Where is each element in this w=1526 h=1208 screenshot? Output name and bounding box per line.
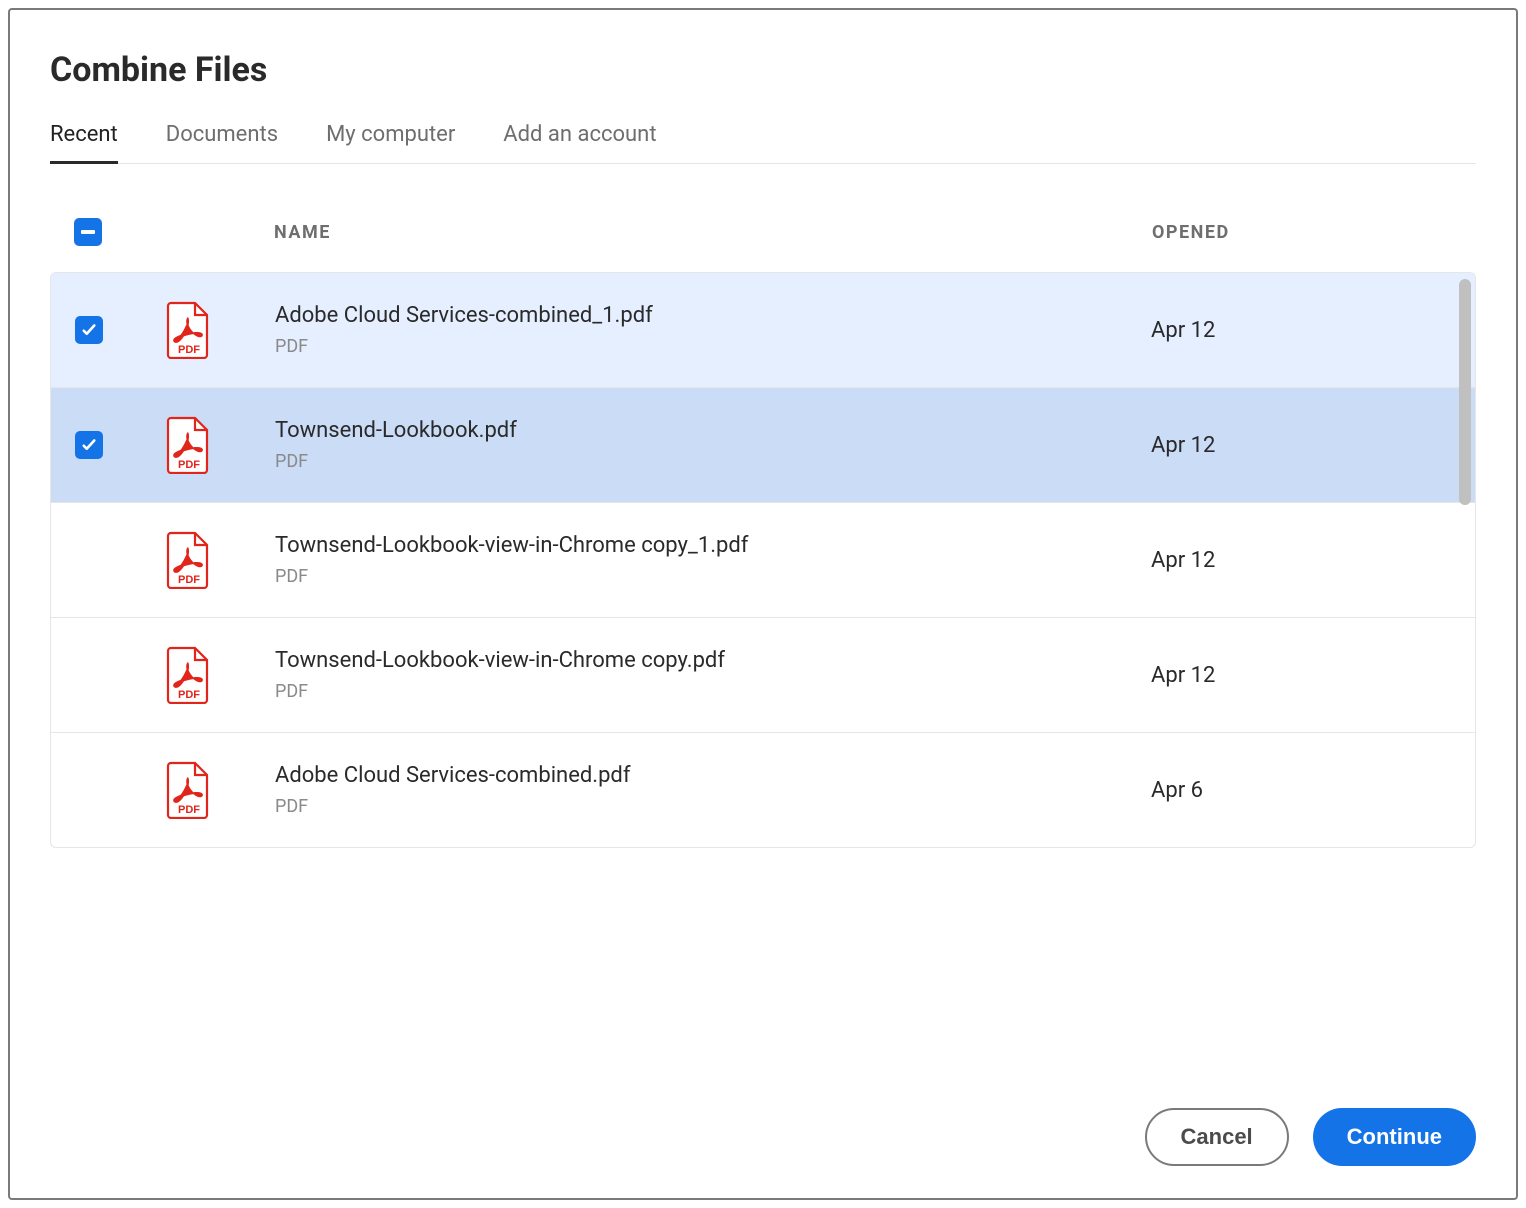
row-checkbox[interactable]	[75, 661, 103, 689]
file-list: PDF Adobe Cloud Services-combined_1.pdf …	[50, 272, 1476, 848]
cancel-button[interactable]: Cancel	[1145, 1108, 1289, 1166]
scrollbar[interactable]	[1459, 279, 1471, 505]
pdf-file-icon: PDF	[165, 301, 213, 359]
file-opened: Apr 12	[1151, 663, 1451, 688]
file-opened: Apr 12	[1151, 548, 1451, 573]
tab-my-computer[interactable]: My computer	[326, 122, 455, 163]
file-opened: Apr 12	[1151, 318, 1451, 343]
svg-text:PDF: PDF	[178, 804, 200, 816]
file-row[interactable]: PDF Adobe Cloud Services-combined_1.pdf …	[51, 273, 1475, 388]
file-name: Townsend-Lookbook-view-in-Chrome copy.pd…	[275, 648, 1151, 673]
file-type: PDF	[275, 451, 1151, 472]
file-name: Townsend-Lookbook-view-in-Chrome copy_1.…	[275, 533, 1151, 558]
check-icon	[80, 436, 98, 454]
pdf-file-icon: PDF	[165, 531, 213, 589]
tab-documents[interactable]: Documents	[166, 122, 278, 163]
file-name: Adobe Cloud Services-combined_1.pdf	[275, 303, 1151, 328]
row-checkbox[interactable]	[75, 546, 103, 574]
table-header: NAME OPENED	[50, 208, 1476, 272]
pdf-file-icon: PDF	[165, 761, 213, 819]
file-row[interactable]: PDF Townsend-Lookbook-view-in-Chrome cop…	[51, 618, 1475, 733]
column-opened-header[interactable]: OPENED	[1152, 222, 1452, 243]
row-checkbox[interactable]	[75, 316, 103, 344]
file-row[interactable]: PDF Townsend-Lookbook-view-in-Chrome cop…	[51, 503, 1475, 618]
source-tabs: Recent Documents My computer Add an acco…	[50, 122, 1476, 164]
file-name: Townsend-Lookbook.pdf	[275, 418, 1151, 443]
file-table: NAME OPENED PDF	[50, 208, 1476, 1064]
tab-recent[interactable]: Recent	[50, 122, 118, 163]
svg-text:PDF: PDF	[178, 344, 200, 356]
row-checkbox[interactable]	[75, 776, 103, 804]
file-name: Adobe Cloud Services-combined.pdf	[275, 763, 1151, 788]
indeterminate-icon	[81, 230, 95, 234]
tab-add-account[interactable]: Add an account	[503, 122, 656, 163]
file-row[interactable]: PDF Adobe Cloud Services-combined.pdf PD…	[51, 733, 1475, 847]
dialog-title: Combine Files	[50, 50, 1476, 90]
svg-text:PDF: PDF	[178, 689, 200, 701]
file-type: PDF	[275, 681, 1151, 702]
file-opened: Apr 12	[1151, 433, 1451, 458]
file-type: PDF	[275, 566, 1151, 587]
svg-text:PDF: PDF	[178, 459, 200, 471]
column-name-header[interactable]: NAME	[274, 222, 1152, 243]
file-type: PDF	[275, 796, 1151, 817]
select-all-checkbox[interactable]	[74, 218, 102, 246]
row-checkbox[interactable]	[75, 431, 103, 459]
pdf-file-icon: PDF	[165, 646, 213, 704]
file-row[interactable]: PDF Townsend-Lookbook.pdf PDF Apr 12	[51, 388, 1475, 503]
combine-files-dialog: Combine Files Recent Documents My comput…	[8, 8, 1518, 1200]
continue-button[interactable]: Continue	[1313, 1108, 1476, 1166]
pdf-file-icon: PDF	[165, 416, 213, 474]
dialog-footer: Cancel Continue	[50, 1064, 1476, 1166]
check-icon	[80, 321, 98, 339]
file-opened: Apr 6	[1151, 778, 1451, 803]
file-type: PDF	[275, 336, 1151, 357]
svg-text:PDF: PDF	[178, 574, 200, 586]
